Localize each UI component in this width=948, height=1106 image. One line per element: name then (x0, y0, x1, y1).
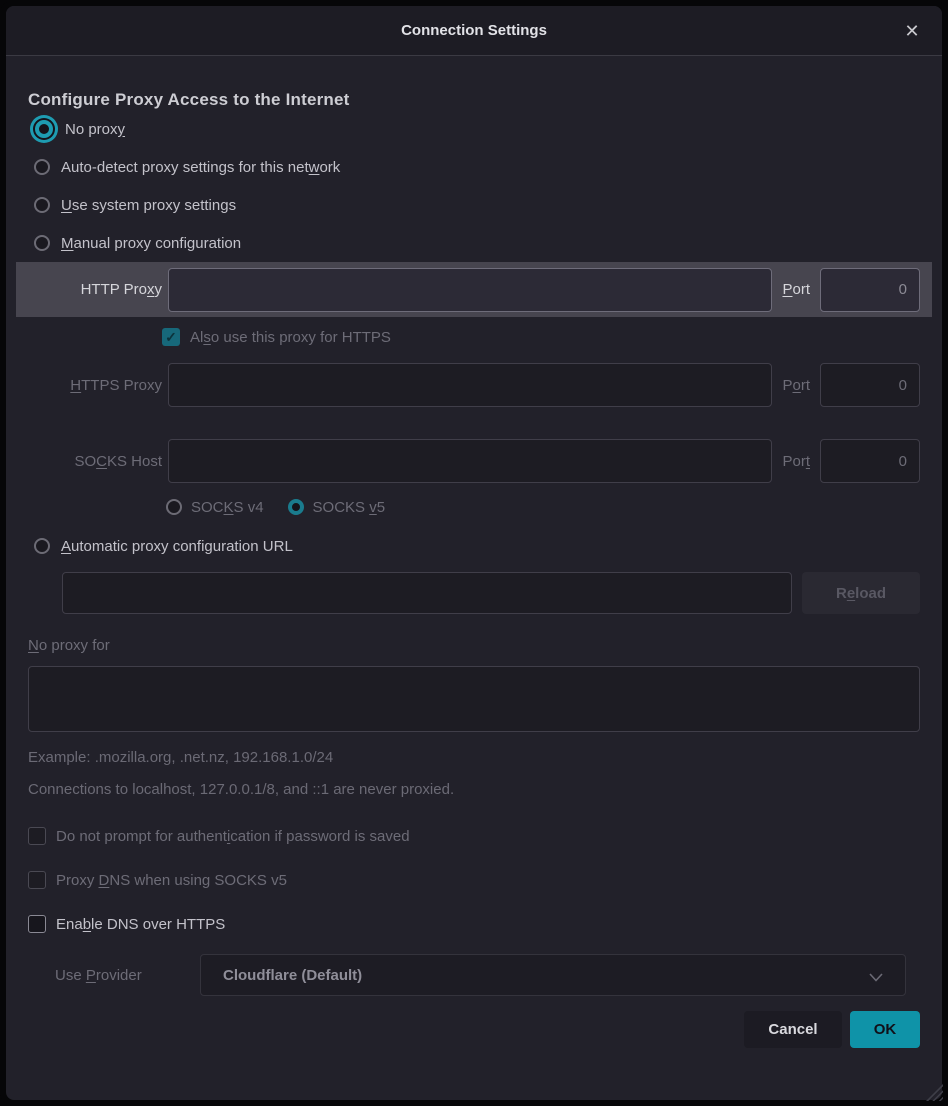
socks-port-label: Port (782, 453, 810, 470)
manual-proxy-radio[interactable] (34, 235, 50, 251)
socks-v4-radio[interactable] (166, 499, 182, 515)
https-port-label: Port (782, 377, 810, 394)
no-proxy-label: No proxy (65, 121, 125, 138)
cancel-button[interactable]: Cancel (744, 1011, 842, 1048)
radio-row-no-proxy[interactable]: No proxy (28, 110, 920, 148)
http-proxy-label: HTTP Proxy (28, 281, 168, 298)
socks-version-row: SOCKS v4 SOCKS v5 (28, 496, 920, 518)
ok-button[interactable]: OK (850, 1011, 920, 1048)
provider-row: Use Provider Cloudflare (Default) (28, 954, 920, 996)
provider-select[interactable]: Cloudflare (Default) (200, 954, 906, 996)
also-https-checkbox[interactable]: ✓ (162, 328, 180, 346)
doh-label: Enable DNS over HTTPS (56, 916, 225, 933)
dialog-title: Connection Settings (401, 22, 547, 39)
example-hint: Example: .mozilla.org, .net.nz, 192.168.… (28, 749, 920, 766)
no-prompt-auth-row[interactable]: Do not prompt for authentication if pass… (28, 827, 920, 845)
no-prompt-auth-checkbox[interactable] (28, 827, 46, 845)
https-proxy-row: HTTPS Proxy Port (28, 363, 920, 407)
http-port-input[interactable] (820, 268, 920, 312)
auto-url-input-row: Reload (28, 572, 920, 614)
socks-v4-label: SOCKS v4 (191, 499, 264, 516)
dialog-titlebar: Connection Settings ✕ (6, 6, 942, 56)
dialog-body: Connection Settings ✕ Configure Proxy Ac… (6, 6, 942, 1100)
https-proxy-label: HTTPS Proxy (28, 377, 168, 394)
localhost-hint: Connections to localhost, 127.0.0.1/8, a… (28, 781, 920, 798)
page-title: Configure Proxy Access to the Internet (28, 90, 920, 110)
auto-detect-radio[interactable] (34, 159, 50, 175)
socks-port-input[interactable] (820, 439, 920, 483)
provider-label: Use Provider (55, 967, 200, 984)
no-proxy-for-label: No proxy for (28, 637, 920, 657)
http-proxy-row-highlighted: HTTP Proxy Port (16, 262, 932, 317)
socks-host-input[interactable] (168, 439, 772, 483)
radio-row-auto-detect[interactable]: Auto-detect proxy settings for this netw… (28, 148, 920, 186)
system-proxy-radio[interactable] (34, 197, 50, 213)
provider-selected-value: Cloudflare (Default) (223, 967, 362, 984)
socks-v4-option[interactable]: SOCKS v4 (166, 499, 264, 516)
http-proxy-input[interactable] (168, 268, 772, 312)
manual-proxy-label: Manual proxy configuration (61, 235, 241, 252)
close-button[interactable]: ✕ (900, 19, 924, 43)
no-prompt-auth-label: Do not prompt for authentication if pass… (56, 828, 410, 845)
connection-settings-dialog: Connection Settings ✕ Configure Proxy Ac… (0, 0, 948, 1106)
socks-v5-label: SOCKS v5 (313, 499, 386, 516)
https-proxy-input[interactable] (168, 363, 772, 407)
proxy-dns-label: Proxy DNS when using SOCKS v5 (56, 872, 287, 889)
auto-url-label: Automatic proxy configuration URL (61, 538, 293, 555)
proxy-dns-checkbox[interactable] (28, 871, 46, 889)
no-proxy-radio[interactable] (35, 120, 53, 138)
socks-v5-option[interactable]: SOCKS v5 (288, 499, 386, 516)
radio-row-manual-proxy[interactable]: Manual proxy configuration (28, 224, 920, 262)
socks-v5-radio[interactable] (288, 499, 304, 515)
doh-checkbox[interactable] (28, 915, 46, 933)
also-https-label: Also use this proxy for HTTPS (190, 329, 391, 346)
radio-row-system-proxy[interactable]: Use system proxy settings (28, 186, 920, 224)
close-icon: ✕ (904, 21, 919, 42)
proxy-url-input[interactable] (62, 572, 792, 614)
check-icon: ✓ (165, 329, 177, 346)
auto-detect-label: Auto-detect proxy settings for this netw… (61, 159, 340, 176)
system-proxy-label: Use system proxy settings (61, 197, 236, 214)
reload-button[interactable]: Reload (802, 572, 920, 614)
proxy-dns-row[interactable]: Proxy DNS when using SOCKS v5 (28, 871, 920, 889)
socks-host-row: SOCKS Host Port (28, 439, 920, 483)
also-https-row[interactable]: ✓ Also use this proxy for HTTPS (28, 327, 920, 347)
https-port-input[interactable] (820, 363, 920, 407)
no-proxy-for-textarea[interactable] (28, 666, 920, 732)
doh-row[interactable]: Enable DNS over HTTPS (28, 915, 920, 933)
dialog-content: Configure Proxy Access to the Internet N… (6, 56, 942, 1100)
dialog-buttons: Cancel OK (28, 1011, 920, 1048)
socks-host-label: SOCKS Host (28, 453, 168, 470)
chevron-down-icon (869, 969, 883, 987)
http-port-label: Port (782, 281, 810, 298)
auto-url-radio[interactable] (34, 538, 50, 554)
radio-row-auto-url[interactable]: Automatic proxy configuration URL (28, 534, 920, 558)
